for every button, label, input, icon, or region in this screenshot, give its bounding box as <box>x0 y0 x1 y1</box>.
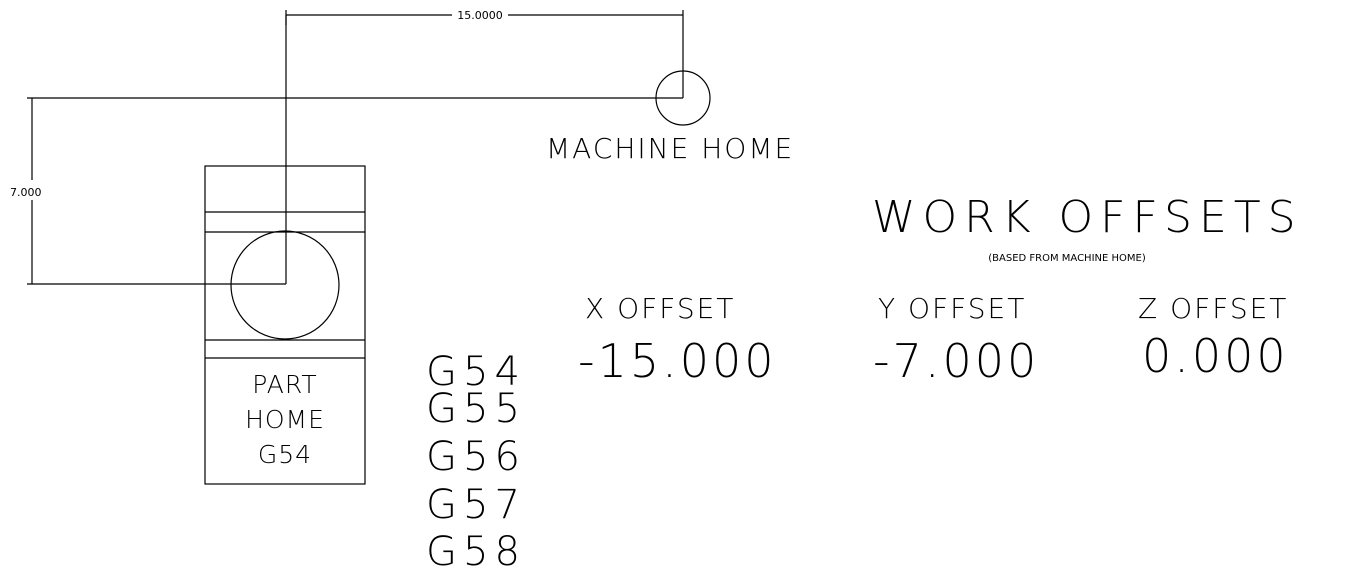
horizontal-dimension: 15.0000 <box>285 9 684 98</box>
z-offset-header: Z OFFSET <box>1138 292 1288 325</box>
cad-drawing: 15.0000 7.000 MACHINE HOME PART HOME G54… <box>10 9 1303 569</box>
machine-home-label: MACHINE HOME <box>546 132 794 165</box>
machine-home: MACHINE HOME <box>546 70 794 165</box>
part-label-line1: PART <box>252 370 317 399</box>
part: PART HOME G54 <box>204 165 366 485</box>
part-label-line3: G54 <box>258 440 312 469</box>
g-code-item: G56 <box>426 434 526 480</box>
work-offsets-title: WORK OFFSETS <box>872 192 1303 243</box>
g-code-list: G54 G55 G56 G57 G58 <box>426 349 526 569</box>
x-offset-header: X OFFSET <box>585 292 735 325</box>
y-offset-header: Y OFFSET <box>878 292 1026 325</box>
y-offset-value: -7.000 <box>873 334 1039 388</box>
vertical-dimension: 7.000 <box>10 97 683 285</box>
g-code-item: G57 <box>426 482 526 528</box>
g-code-item: G58 <box>426 529 526 569</box>
part-bore-circle <box>230 230 340 340</box>
work-offsets-subtitle: (BASED FROM MACHINE HOME) <box>988 253 1146 264</box>
dimension-label-vertical: 7.000 <box>10 186 42 199</box>
x-offset-value: -15.000 <box>578 334 777 388</box>
part-label-line2: HOME <box>245 405 325 434</box>
part-outline <box>204 165 366 485</box>
dimension-label-horizontal: 15.0000 <box>457 9 503 22</box>
work-offsets: WORK OFFSETS (BASED FROM MACHINE HOME) X… <box>578 192 1303 388</box>
g-code-item: G55 <box>426 386 526 432</box>
z-offset-value: 0.000 <box>1142 329 1289 383</box>
